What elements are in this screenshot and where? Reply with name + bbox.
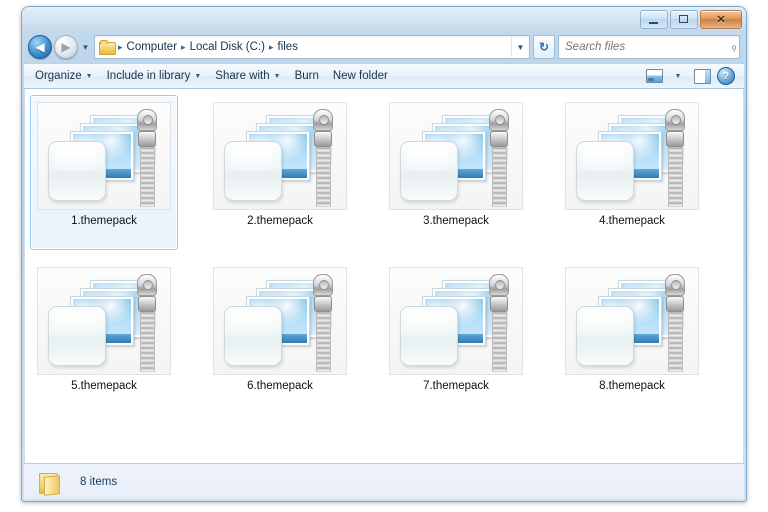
- breadcrumb: ▸ Computer ▸ Local Disk (C:) ▸ files: [117, 40, 301, 54]
- file-name-label: 4.themepack: [599, 215, 665, 227]
- close-button[interactable]: ✕: [700, 10, 742, 29]
- file-item[interactable]: 6.themepack: [206, 260, 354, 415]
- file-name-label: 3.themepack: [423, 215, 489, 227]
- zipper-icon: [488, 274, 508, 372]
- navigation-bar: ◀ ▶ ▼ ▸ Computer ▸ Local Disk (C:) ▸ fil…: [22, 31, 746, 63]
- zipper-icon: [664, 274, 684, 372]
- command-toolbar: Organize ▼ Include in library ▼ Share wi…: [24, 63, 744, 89]
- toolbar-burn-label: Burn: [295, 70, 319, 82]
- themepack-icon: [565, 267, 699, 375]
- maximize-icon: [679, 15, 688, 23]
- themepack-icon: [37, 102, 171, 210]
- zipper-icon: [136, 109, 156, 207]
- maximize-button[interactable]: [670, 10, 698, 29]
- zipper-icon: [312, 109, 332, 207]
- file-name-label: 8.themepack: [599, 380, 665, 392]
- glass-square-icon: [576, 306, 634, 366]
- explorer-window: ✕ ◀ ▶ ▼ ▸ Computer ▸ Local Disk: [21, 6, 747, 502]
- glass-square-icon: [400, 141, 458, 201]
- breadcrumb-item-local-disk[interactable]: Local Disk (C:): [187, 40, 268, 54]
- toolbar-share-with-label: Share with: [215, 70, 269, 82]
- toolbar-burn-button[interactable]: Burn: [288, 67, 326, 85]
- file-item[interactable]: 3.themepack: [382, 95, 530, 250]
- file-item[interactable]: 4.themepack: [558, 95, 706, 250]
- refresh-button[interactable]: ↻: [533, 35, 555, 59]
- breadcrumb-item-computer[interactable]: Computer: [124, 40, 181, 54]
- glass-square-icon: [48, 306, 106, 366]
- toolbar-include-in-library-button[interactable]: Include in library ▼: [100, 67, 209, 85]
- window-controls: ✕: [640, 10, 742, 29]
- file-name-label: 1.themepack: [71, 215, 137, 227]
- file-name-label: 5.themepack: [71, 380, 137, 392]
- status-bar: 8 items: [24, 463, 744, 499]
- back-arrow-icon: ◀: [29, 36, 51, 58]
- glass-square-icon: [224, 306, 282, 366]
- chevron-down-icon: ▼: [274, 73, 281, 80]
- minimize-icon: [649, 22, 658, 24]
- themepack-icon: [213, 267, 347, 375]
- file-item[interactable]: 2.themepack: [206, 95, 354, 250]
- file-name-label: 7.themepack: [423, 380, 489, 392]
- file-list-view[interactable]: 1.themepack: [24, 89, 744, 463]
- address-dropdown-icon[interactable]: ▼: [511, 37, 529, 57]
- view-icon: [646, 69, 663, 83]
- back-button[interactable]: ◀: [28, 35, 52, 59]
- screen: ✕ ◀ ▶ ▼ ▸ Computer ▸ Local Disk: [0, 0, 768, 512]
- address-bar[interactable]: ▸ Computer ▸ Local Disk (C:) ▸ files ▼: [94, 35, 530, 59]
- recent-pages-button[interactable]: ▼: [79, 36, 92, 58]
- preview-pane-icon: [694, 69, 711, 84]
- file-item[interactable]: 8.themepack: [558, 260, 706, 415]
- forward-arrow-icon: ▶: [55, 36, 77, 58]
- help-button[interactable]: ?: [715, 66, 737, 86]
- search-input[interactable]: [559, 38, 725, 56]
- file-item[interactable]: 7.themepack: [382, 260, 530, 415]
- change-view-button[interactable]: [643, 66, 665, 86]
- zipper-icon: [312, 274, 332, 372]
- breadcrumb-item-files[interactable]: files: [275, 40, 301, 54]
- preview-pane-button[interactable]: [691, 66, 713, 86]
- file-item[interactable]: 5.themepack: [30, 260, 178, 415]
- glass-square-icon: [576, 141, 634, 201]
- zipper-icon: [488, 109, 508, 207]
- minimize-button[interactable]: [640, 10, 668, 29]
- forward-button[interactable]: ▶: [54, 35, 78, 59]
- chevron-down-icon: ▼: [194, 73, 201, 80]
- folder-icon: [99, 40, 115, 54]
- toolbar-new-folder-label: New folder: [333, 70, 388, 82]
- themepack-icon: [565, 102, 699, 210]
- themepack-icon: [389, 102, 523, 210]
- file-grid: 1.themepack: [24, 89, 744, 425]
- item-count-label: 8 items: [80, 476, 117, 488]
- zipper-icon: [664, 109, 684, 207]
- themepack-icon: [213, 102, 347, 210]
- toolbar-share-with-button[interactable]: Share with ▼: [208, 67, 287, 85]
- search-box[interactable]: ⌕: [558, 35, 740, 59]
- glass-square-icon: [400, 306, 458, 366]
- folder-status-icon: [36, 470, 62, 494]
- zipper-icon: [136, 274, 156, 372]
- file-name-label: 2.themepack: [247, 215, 313, 227]
- glass-square-icon: [224, 141, 282, 201]
- chevron-down-icon: ▼: [86, 73, 93, 80]
- toolbar-organize-label: Organize: [35, 70, 82, 82]
- title-bar[interactable]: ✕: [22, 7, 746, 31]
- file-name-label: 6.themepack: [247, 380, 313, 392]
- themepack-icon: [389, 267, 523, 375]
- view-dropdown-button[interactable]: ▼: [667, 66, 689, 86]
- close-icon: ✕: [701, 11, 741, 28]
- file-item[interactable]: 1.themepack: [30, 95, 178, 250]
- themepack-icon: [37, 267, 171, 375]
- search-icon: ⌕: [722, 35, 745, 58]
- glass-square-icon: [48, 141, 106, 201]
- toolbar-new-folder-button[interactable]: New folder: [326, 67, 395, 85]
- toolbar-right-group: ▼ ?: [643, 66, 740, 86]
- toolbar-organize-button[interactable]: Organize ▼: [28, 67, 100, 85]
- chevron-down-icon: ▼: [675, 73, 682, 80]
- toolbar-include-in-library-label: Include in library: [107, 70, 191, 82]
- help-icon: ?: [717, 67, 735, 85]
